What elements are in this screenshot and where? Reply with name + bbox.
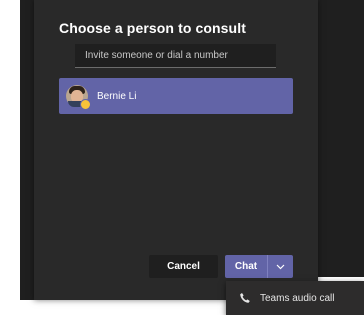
dialog-title: Choose a person to consult <box>59 20 246 36</box>
cancel-button[interactable]: Cancel <box>149 255 218 278</box>
dropdown-menu: Teams audio call <box>226 281 364 315</box>
chat-split-button: Chat <box>225 255 293 278</box>
chevron-down-icon <box>276 264 285 269</box>
background-panel-right <box>318 0 364 277</box>
chat-options-dropdown[interactable] <box>268 255 293 278</box>
avatar <box>66 85 91 110</box>
person-list-item-selected[interactable]: Bernie Li <box>59 78 293 114</box>
person-name: Bernie Li <box>97 90 137 102</box>
background-panel-left <box>20 0 34 300</box>
chat-button[interactable]: Chat <box>225 255 268 278</box>
phone-icon <box>239 292 251 304</box>
menu-item-label: Teams audio call <box>260 292 335 304</box>
menu-item-teams-audio-call[interactable]: Teams audio call <box>226 281 364 315</box>
search-input[interactable] <box>75 44 276 68</box>
presence-away-icon <box>80 99 91 110</box>
consult-dialog: Choose a person to consult Bernie Li Can… <box>34 0 318 300</box>
